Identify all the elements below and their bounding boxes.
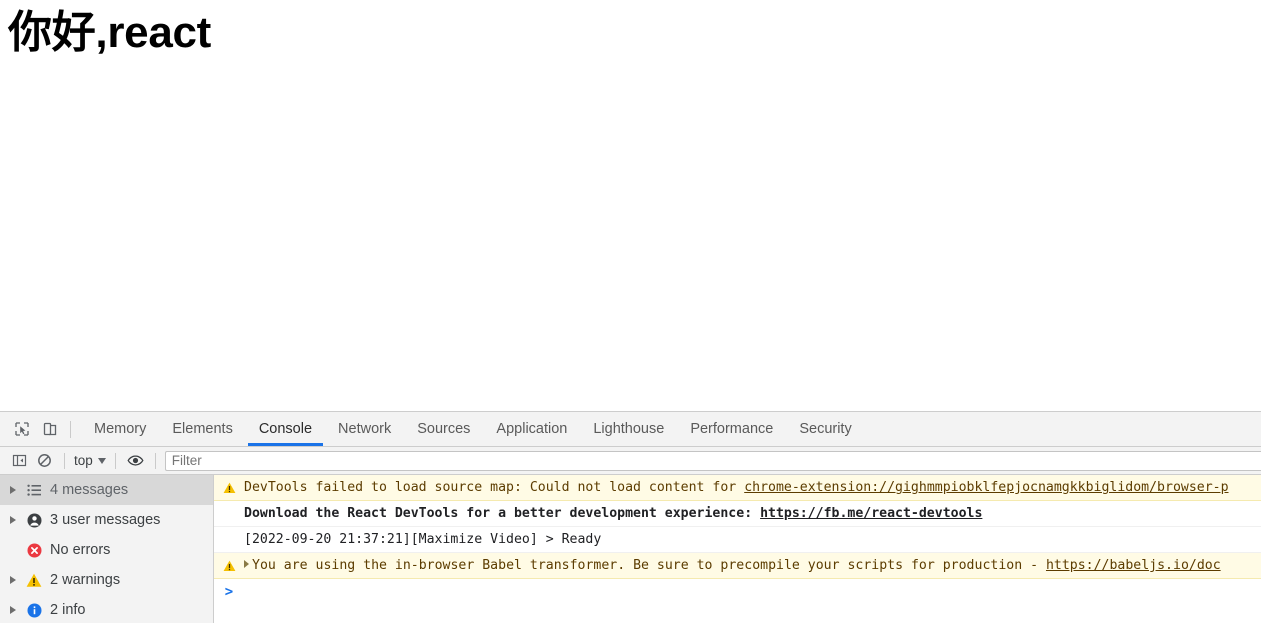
page-heading: 你好,react [8, 8, 212, 57]
tab-label: Console [258, 420, 313, 437]
warning-icon [214, 475, 244, 500]
tab-security[interactable]: Security [786, 412, 864, 446]
devtools-tabbar-icons [0, 412, 81, 446]
message-body: You are using the in-browser Babel trans… [252, 558, 1046, 573]
info-icon [22, 603, 46, 618]
disclosure-triangle-icon[interactable] [10, 606, 22, 614]
page-viewport: 你好,react [0, 0, 1261, 411]
tab-lighthouse[interactable]: Lighthouse [580, 412, 677, 446]
sidebar-item-label: No errors [50, 542, 111, 558]
console-message-text: You are using the in-browser Babel trans… [244, 553, 1261, 578]
toolbar-divider-1 [64, 452, 65, 469]
console-body: 4 messages 3 user messages No errors 2 w… [0, 475, 1261, 623]
console-message-row[interactable]: [2022-09-20 21:37:21][Maximize Video] > … [214, 527, 1261, 553]
sidebar-item-label: 2 info [50, 602, 86, 618]
error-icon [22, 543, 46, 558]
message-gutter [214, 501, 244, 526]
filter-input[interactable] [164, 450, 1261, 471]
inspect-cursor-icon[interactable] [8, 415, 36, 443]
list-icon [22, 484, 46, 497]
disclosure-triangle-icon[interactable] [10, 486, 22, 494]
console-sidebar: 4 messages 3 user messages No errors 2 w… [0, 475, 214, 623]
message-link[interactable]: https://babeljs.io/doc [1046, 558, 1221, 573]
message-body: DevTools failed to load source map: Coul… [244, 480, 745, 495]
tab-label: Elements [172, 420, 233, 437]
tab-network[interactable]: Network [325, 412, 404, 446]
sidebar-item-warnings[interactable]: 2 warnings [0, 565, 213, 595]
console-message-list: DevTools failed to load source map: Coul… [214, 475, 1261, 623]
console-prompt-row[interactable]: > [214, 579, 1261, 605]
eye-icon[interactable] [123, 449, 148, 473]
user-icon [22, 513, 46, 528]
tab-label: Application [496, 420, 568, 437]
disclosure-triangle-icon[interactable] [10, 576, 22, 584]
console-message-row[interactable]: Download the React DevTools for a better… [214, 501, 1261, 527]
tab-console[interactable]: Console [246, 412, 325, 446]
tabbar-divider [70, 420, 71, 438]
sidebar-item-user-messages[interactable]: 3 user messages [0, 505, 213, 535]
message-link[interactable]: chrome-extension://gighmmpiobklfepjocnam… [744, 480, 1228, 495]
console-toolbar: top [0, 447, 1261, 475]
message-body: Download the React DevTools for a better… [244, 506, 761, 521]
console-message-text: [2022-09-20 21:37:21][Maximize Video] > … [244, 532, 602, 547]
tab-memory[interactable]: Memory [81, 412, 159, 446]
tab-label: Lighthouse [593, 420, 665, 437]
sidebar-item-errors[interactable]: No errors [0, 535, 213, 565]
sidebar-toggle-icon[interactable] [7, 449, 32, 473]
tab-performance[interactable]: Performance [677, 412, 786, 446]
console-message-text: DevTools failed to load source map: Coul… [244, 475, 1261, 500]
device-toolbar-icon[interactable] [36, 415, 64, 443]
execution-context-selector[interactable]: top [72, 453, 108, 468]
clear-console-icon[interactable] [32, 449, 57, 473]
warning-icon [22, 573, 46, 588]
prompt-chevron-icon: > [224, 584, 234, 600]
sidebar-item-label: 4 messages [50, 482, 129, 498]
warning-icon [214, 553, 244, 578]
tab-application[interactable]: Application [483, 412, 580, 446]
devtools-tabs: Memory Elements Console Network Sources … [81, 412, 865, 446]
devtools-tabbar: Memory Elements Console Network Sources … [0, 412, 1261, 447]
console-message-text: Download the React DevTools for a better… [244, 501, 1261, 526]
devtools-panel: Memory Elements Console Network Sources … [0, 411, 1261, 624]
tab-label: Performance [690, 420, 774, 437]
sidebar-item-label: 2 warnings [50, 572, 121, 588]
toolbar-divider-3 [154, 452, 156, 469]
expand-triangle-icon[interactable] [244, 560, 249, 568]
disclosure-triangle-icon[interactable] [10, 516, 22, 524]
execution-context-label: top [74, 453, 93, 468]
console-message-row[interactable]: You are using the in-browser Babel trans… [214, 553, 1261, 579]
tab-label: Security [799, 420, 852, 437]
message-gutter [214, 527, 244, 552]
sidebar-item-messages[interactable]: 4 messages [0, 475, 213, 505]
tab-label: Sources [417, 420, 471, 437]
tab-label: Network [338, 420, 392, 437]
tab-sources[interactable]: Sources [404, 412, 483, 446]
tab-elements[interactable]: Elements [159, 412, 245, 446]
sidebar-item-label: 3 user messages [50, 512, 161, 528]
chevron-down-icon [97, 458, 106, 464]
toolbar-divider-2 [114, 452, 116, 469]
tab-label: Memory [94, 420, 147, 437]
message-link[interactable]: https://fb.me/react-devtools [760, 506, 982, 521]
console-message-row[interactable]: DevTools failed to load source map: Coul… [214, 475, 1261, 501]
sidebar-item-info[interactable]: 2 info [0, 595, 213, 623]
